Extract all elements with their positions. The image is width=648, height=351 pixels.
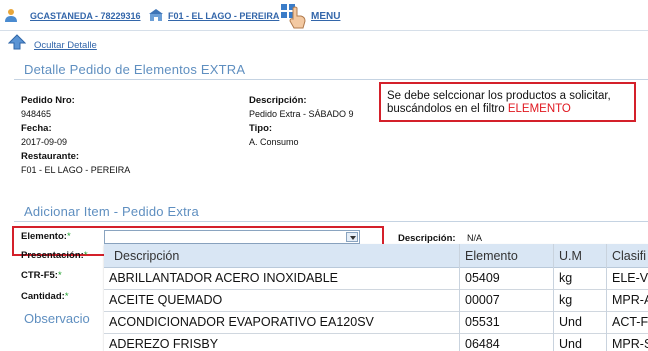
note-line1: Se debe selccionar los productos a solic…	[387, 90, 611, 102]
ctr-label: CTR-F5:*	[21, 270, 62, 281]
row-elemento: 00007	[465, 293, 500, 307]
cantidad-label: Cantidad:*	[21, 291, 69, 302]
adicionar-divider	[14, 221, 648, 222]
dropdown-row[interactable]: ACEITE QUEMADO 00007 kg MPR-A	[104, 289, 648, 312]
row-um: Und	[559, 337, 582, 351]
user-icon	[5, 9, 17, 22]
store-link[interactable]: F01 - EL LAGO - PEREIRA	[168, 11, 279, 21]
elemento-select[interactable]	[104, 230, 360, 244]
dropdown-row[interactable]: ABRILLANTADOR ACERO INOXIDABLE 05409 kg …	[104, 267, 648, 290]
fecha-value: 2017-09-09	[21, 137, 68, 147]
adicionar-title: Adicionar Item - Pedido Extra	[24, 204, 199, 219]
detalle-divider	[14, 79, 648, 80]
menu-link[interactable]: MENU	[311, 11, 340, 22]
note-text: Se debe selccionar los productos a solic…	[387, 90, 611, 116]
row-clasificacion: MPR-A	[612, 293, 648, 307]
row-um: kg	[559, 271, 573, 285]
column-divider	[459, 244, 460, 351]
observaciones-title: Observacio	[24, 311, 90, 326]
row-descripcion: ADEREZO FRISBY	[109, 337, 219, 351]
column-divider	[553, 244, 554, 351]
descripcion-item-value: N/A	[467, 233, 483, 243]
row-descripcion: ABRILLANTADOR ACERO INOXIDABLE	[109, 271, 338, 285]
row-um: kg	[559, 293, 573, 307]
header-elemento[interactable]: Elemento	[465, 249, 518, 263]
menu-hand-icon[interactable]	[279, 2, 311, 30]
row-descripcion: ACONDICIONADOR EVAPORATIVO EA120SV	[109, 315, 374, 329]
elemento-dropdown[interactable]: Descripción Elemento U.M Clasifi ABRILLA…	[104, 244, 648, 351]
elemento-label: Elemento:*	[21, 231, 71, 242]
chevron-down-icon[interactable]	[346, 232, 358, 242]
column-divider	[606, 244, 607, 351]
restaurante-value: F01 - EL LAGO - PEREIRA	[21, 165, 131, 175]
note-line2: buscándolos en el filtro	[387, 103, 508, 115]
store-icon	[149, 9, 163, 21]
header-um[interactable]: U.M	[559, 249, 582, 263]
row-clasificacion: ELE-V	[612, 271, 648, 285]
instruction-note: Se debe selccionar los productos a solic…	[379, 82, 636, 122]
fecha-label: Fecha:	[21, 123, 52, 134]
top-bar: GCASTANEDA - 78229316 F01 - EL LAGO - PE…	[0, 0, 648, 31]
header-descripcion[interactable]: Descripción	[114, 249, 179, 263]
user-link[interactable]: GCASTANEDA - 78229316	[30, 11, 141, 21]
dropdown-header: Descripción Elemento U.M Clasifi	[104, 244, 648, 268]
detalle-title: Detalle Pedido de Elementos EXTRA	[24, 62, 246, 77]
header-clasificacion[interactable]: Clasifi	[612, 249, 646, 263]
dropdown-row[interactable]: ADEREZO FRISBY 06484 Und MPR-S	[104, 333, 648, 351]
pedido-value: 948465	[21, 109, 52, 119]
row-elemento: 05409	[465, 271, 500, 285]
row-um: Und	[559, 315, 582, 329]
note-highlight: ELEMENTO	[507, 103, 571, 115]
row-clasificacion: ACT-F	[612, 315, 648, 329]
tipo-label: Tipo:	[249, 123, 273, 134]
presentacion-label: Presentación:*	[21, 250, 88, 261]
descripcion-item-label: Descripción:	[398, 233, 456, 244]
row-elemento: 05531	[465, 315, 500, 329]
dropdown-row[interactable]: ACONDICIONADOR EVAPORATIVO EA120SV 05531…	[104, 311, 648, 334]
pedido-label: Pedido Nro:	[21, 95, 75, 106]
row-clasificacion: MPR-S	[612, 337, 648, 351]
ocultar-detalle-link[interactable]: Ocultar Detalle	[34, 40, 97, 51]
row-elemento: 06484	[465, 337, 500, 351]
arrow-up-icon[interactable]	[8, 34, 26, 50]
restaurante-label: Restaurante:	[21, 151, 80, 162]
row-descripcion: ACEITE QUEMADO	[109, 293, 223, 307]
descripcion-label: Descripción:	[249, 95, 307, 106]
tipo-value: A. Consumo	[249, 137, 299, 147]
descripcion-value: Pedido Extra - SÁBADO 9	[249, 109, 354, 119]
